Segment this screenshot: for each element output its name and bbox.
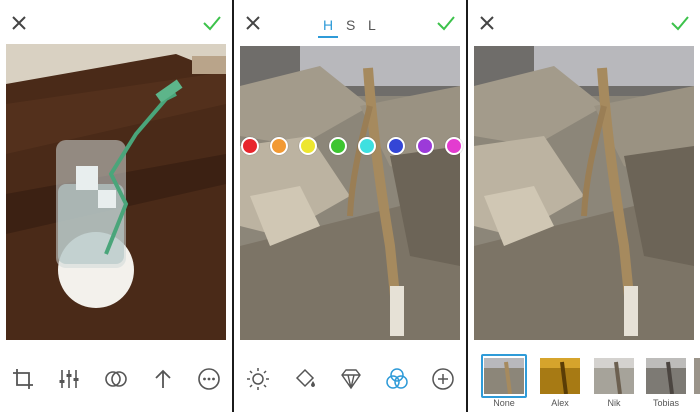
hue-yellow-dot[interactable] [299,137,317,155]
tool-bar [234,358,466,402]
filter-thumb-none[interactable] [484,358,524,394]
confirm-check-icon[interactable] [202,14,222,32]
filter-thumb-alex[interactable] [540,358,580,394]
tool-bar [0,358,232,402]
filter-thumb-nik[interactable] [594,358,634,394]
top-bar: H S L [234,0,466,46]
close-icon[interactable] [478,14,496,32]
crop-icon[interactable] [10,366,36,392]
confirm-check-icon[interactable] [436,14,456,32]
blend-circles-icon[interactable] [103,366,129,392]
hue-purple-dot[interactable] [416,137,434,155]
more-options-icon[interactable] [196,366,222,392]
hue-red-dot[interactable] [241,137,259,155]
hue-magenta-dot[interactable] [445,137,463,155]
filter-label-alex: Alex [551,398,569,408]
photo-glass-on-table [6,44,226,340]
hue-cyan-dot[interactable] [358,137,376,155]
hsl-panel: H S L [234,0,466,412]
paint-bucket-icon[interactable] [292,366,318,392]
top-bar [0,0,232,46]
brightness-sun-icon[interactable] [245,366,271,392]
filter-label-none: None [493,398,515,408]
close-icon[interactable] [244,14,262,32]
add-plus-icon[interactable] [430,366,456,392]
filter-thumb-tobias[interactable] [646,358,686,394]
hue-blue-dot[interactable] [387,137,405,155]
color-channels-icon[interactable] [384,366,410,392]
confirm-check-icon[interactable] [670,14,690,32]
adjust-sliders-icon[interactable] [56,366,82,392]
close-icon[interactable] [10,14,28,32]
tab-hue[interactable]: H [323,17,334,33]
tab-lightness[interactable]: L [368,17,376,33]
hue-orange-dot[interactable] [270,137,288,155]
share-arrow-up-icon[interactable] [150,366,176,392]
tab-saturation[interactable]: S [346,17,356,33]
filter-label-nik: Nik [607,398,621,408]
filter-thumb-partial[interactable] [694,358,700,394]
photo-dry-plant-stones [474,46,694,340]
filters-panel: None Alex Nik Tobias [468,0,700,412]
photo-dry-plant-stones [240,46,460,340]
top-bar [468,0,700,46]
active-tab-underline [318,36,338,38]
hue-green-dot[interactable] [329,137,347,155]
filter-label-tobias: Tobias [652,398,679,408]
editor-panel [0,0,232,412]
diamond-icon[interactable] [338,366,364,392]
